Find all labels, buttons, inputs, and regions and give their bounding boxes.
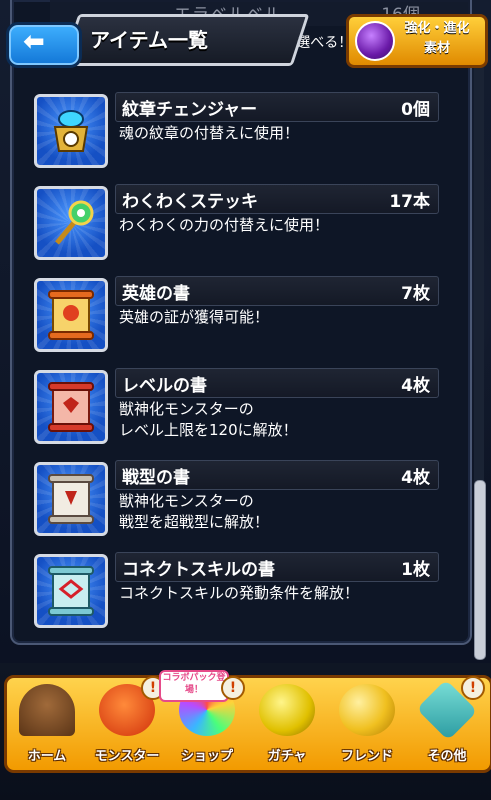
item-name: レベルの書 [122,376,207,396]
item-desc-line1: 魂の紋章の付替えに使用！ [119,124,300,142]
badge-line2: 素材 [423,41,450,56]
evolution-material-button[interactable]: 強化・進化 素材 [346,14,488,68]
home-hut-icon [19,684,75,736]
item-description: 魂の紋章の付替えに使用！ [119,123,299,144]
magic-wand-icon [34,186,108,260]
list-item[interactable]: レベルの書 4枚 獣神化モンスターの レベル上限を120に解放！ [34,368,444,444]
item-desc-line2: 戦型を超戦型に解放！ [119,513,270,531]
alert-icon: ! [221,676,245,700]
gacha-egg-icon [259,684,315,736]
item-desc-line1: 英雄の証が獲得可能！ [119,308,270,326]
item-desc-line1: わくわくの力の付替えに使用！ [119,216,330,234]
scrollbar-thumb[interactable] [474,480,486,660]
back-button[interactable]: ⬅ [6,22,82,68]
item-description: 獣神化モンスターの 戦型を超戦型に解放！ [119,491,269,533]
item-count: 1枚 [401,560,430,580]
material-orb-icon [355,21,395,61]
item-count: 0個 [401,100,430,120]
item-desc-line2: レベル上限を120に解放！ [119,421,298,439]
list-item[interactable]: 紋章チェンジャー 0個 魂の紋章の付替えに使用！ [34,92,444,168]
crest-changer-icon [34,94,108,168]
nav-monster-button[interactable]: ! モンスター [87,676,167,770]
friend-balloons-icon [339,684,395,736]
item-desc-line1: コネクトスキルの発動条件を解放！ [119,584,360,602]
item-name: 戦型の書 [122,468,190,488]
item-name-bar: 紋章チェンジャー 0個 [115,92,439,122]
connect-skill-book-scroll-icon [34,554,108,628]
nav-friend-label: フレンド [340,749,393,764]
list-item[interactable]: コネクトスキルの書 1枚 コネクトスキルの発動条件を解放！ [34,552,444,628]
nav-monster-label: モンスター [94,749,160,764]
page-title: アイテム一覧 [90,28,208,52]
nav-other-button[interactable]: ! その他 [407,676,487,770]
item-description: コネクトスキルの発動条件を解放！ [119,583,359,604]
battle-type-book-scroll-icon [34,462,108,536]
nav-gacha-label: ガチャ [267,749,307,764]
hero-book-scroll-icon [34,278,108,352]
alert-icon: ! [461,676,485,700]
back-arrow-icon: ⬅ [23,27,45,57]
list-item[interactable]: 英雄の書 7枚 英雄の証が獲得可能！ [34,276,444,352]
item-count: 4枚 [401,468,430,488]
item-name-bar: 英雄の書 7枚 [115,276,439,306]
item-name-bar: わくわくステッキ 17本 [115,184,439,214]
item-name-bar: コネクトスキルの書 1枚 [115,552,439,582]
item-count: 4枚 [401,376,430,396]
item-desc-line1: 獣神化モンスターの [119,400,254,418]
item-desc-line1: 獣神化モンスターの [119,492,254,510]
item-count: 17本 [389,192,430,212]
header: エラベルベル 16個 ーンを選べる！ アイテム一覧 ⬅ 強化・進化 素材 [0,0,491,70]
item-name: 英雄の書 [122,284,190,304]
nav-gacha-button[interactable]: ガチャ [247,678,327,770]
item-name-bar: レベルの書 4枚 [115,368,439,398]
nav-bar: ホーム ! モンスター コラボパック登場！ ! ショップ ガチャ フレンド ! … [4,670,491,773]
level-book-scroll-icon [34,370,108,444]
item-name: コネクトスキルの書 [122,560,275,580]
item-name: わくわくステッキ [122,192,258,212]
badge-line1: 強化・進化 [404,21,470,36]
list-item[interactable]: 戦型の書 4枚 獣神化モンスターの 戦型を超戦型に解放！ [34,460,444,536]
item-name-bar: 戦型の書 4枚 [115,460,439,490]
item-count: 7枚 [401,284,430,304]
list-item[interactable]: わくわくステッキ 17本 わくわくの力の付替えに使用！ [34,184,444,260]
item-description: わくわくの力の付替えに使用！ [119,215,329,236]
bottom-navigation: ホーム ! モンスター コラボパック登場！ ! ショップ ガチャ フレンド ! … [0,663,491,800]
nav-shop-button[interactable]: コラボパック登場！ ! ショップ [159,670,247,770]
item-description: 獣神化モンスターの レベル上限を120に解放！ [119,399,298,441]
nav-friend-button[interactable]: フレンド [327,678,407,770]
nav-home-label: ホーム [27,749,67,764]
item-name: 紋章チェンジャー [122,100,258,120]
nav-other-label: その他 [427,749,467,764]
nav-shop-label: ショップ [180,749,233,764]
item-description: 英雄の証が獲得可能！ [119,307,269,328]
collab-pack-badge: コラボパック登場！ [159,670,229,702]
nav-home-button[interactable]: ホーム [7,678,87,770]
